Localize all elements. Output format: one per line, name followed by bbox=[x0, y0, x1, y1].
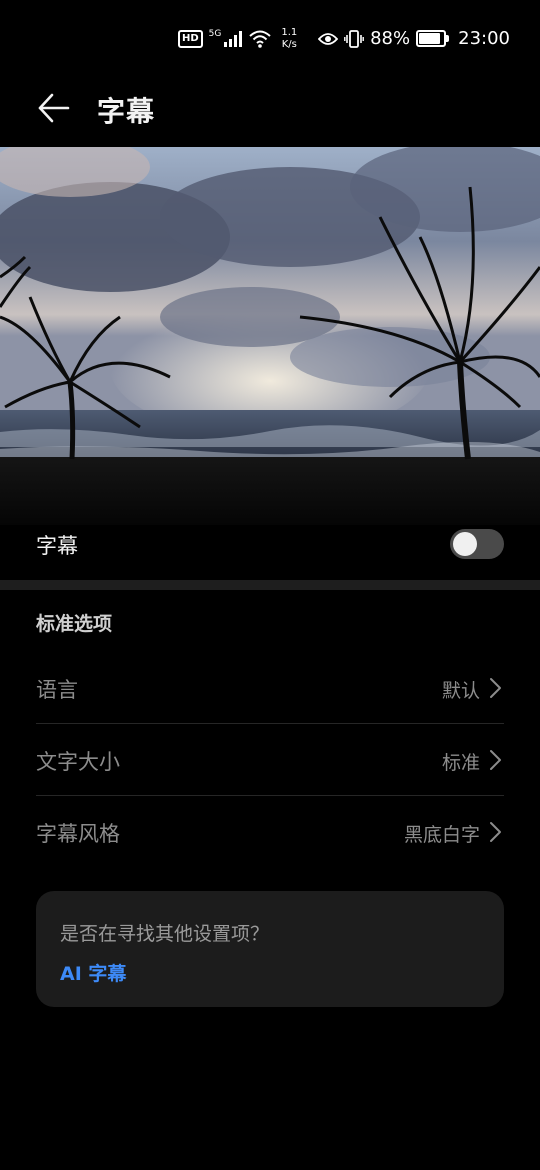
eye-icon bbox=[318, 32, 339, 45]
battery-fill bbox=[419, 33, 440, 44]
wifi-icon bbox=[249, 30, 272, 48]
arrow-left-icon bbox=[38, 93, 70, 123]
suggestion-card: 是否在寻找其他设置项？ AI 字幕 bbox=[36, 891, 504, 1007]
hero-image bbox=[0, 147, 540, 525]
section-divider bbox=[0, 580, 540, 590]
list-item-value: 默认 bbox=[441, 680, 480, 702]
list-item-label: 语言 bbox=[36, 678, 78, 702]
page-title: 字幕 bbox=[97, 95, 156, 128]
list-item-value: 黑底白字 bbox=[403, 824, 480, 846]
list-item-subtitle-style[interactable]: 字幕风格 黑底白字 bbox=[36, 796, 504, 867]
subtitles-switch[interactable] bbox=[450, 529, 504, 559]
suggestion-question: 是否在寻找其他设置项？ bbox=[60, 923, 270, 945]
clock: 23:00 bbox=[458, 28, 510, 49]
battery-icon bbox=[416, 30, 450, 47]
app-header: 字幕 bbox=[0, 80, 540, 146]
subtitles-toggle-label: 字幕 bbox=[36, 534, 78, 558]
list-item-value: 标准 bbox=[441, 752, 480, 774]
signal-icon bbox=[224, 31, 243, 47]
status-bar: HD 5G 1.1 K/s 88% 23:00 bbox=[0, 0, 540, 80]
chevron-right-icon bbox=[490, 678, 501, 698]
net-rate-unit: K/s bbox=[281, 39, 297, 50]
section-title-standard-options: 标准选项 bbox=[36, 613, 113, 635]
subtitles-toggle-row[interactable]: 字幕 bbox=[0, 508, 540, 580]
ai-subtitles-link[interactable]: AI 字幕 bbox=[60, 959, 126, 986]
list-item-label: 文字大小 bbox=[36, 750, 120, 774]
net-rate-value: 1.1 bbox=[281, 27, 298, 38]
list-item-label: 字幕风格 bbox=[36, 822, 120, 846]
battery-percent: 88% bbox=[370, 28, 411, 49]
standard-options-list: 语言 默认 文字大小 标准 字幕风格 黑底白字 bbox=[36, 652, 504, 867]
back-button[interactable] bbox=[34, 88, 74, 128]
status-left: HD 5G 1.1 K/s bbox=[178, 27, 297, 51]
chevron-right-icon bbox=[490, 750, 501, 770]
switch-knob bbox=[453, 532, 477, 556]
status-right: 88% 23:00 bbox=[318, 28, 510, 49]
net-rate: 1.1 K/s bbox=[281, 27, 297, 51]
list-item-text-size[interactable]: 文字大小 标准 bbox=[36, 724, 504, 796]
network-type: 5G bbox=[208, 29, 222, 39]
vibrate-icon bbox=[344, 29, 365, 48]
list-item-language[interactable]: 语言 默认 bbox=[36, 652, 504, 724]
hd-icon: HD bbox=[178, 30, 203, 48]
chevron-right-icon bbox=[490, 822, 501, 842]
